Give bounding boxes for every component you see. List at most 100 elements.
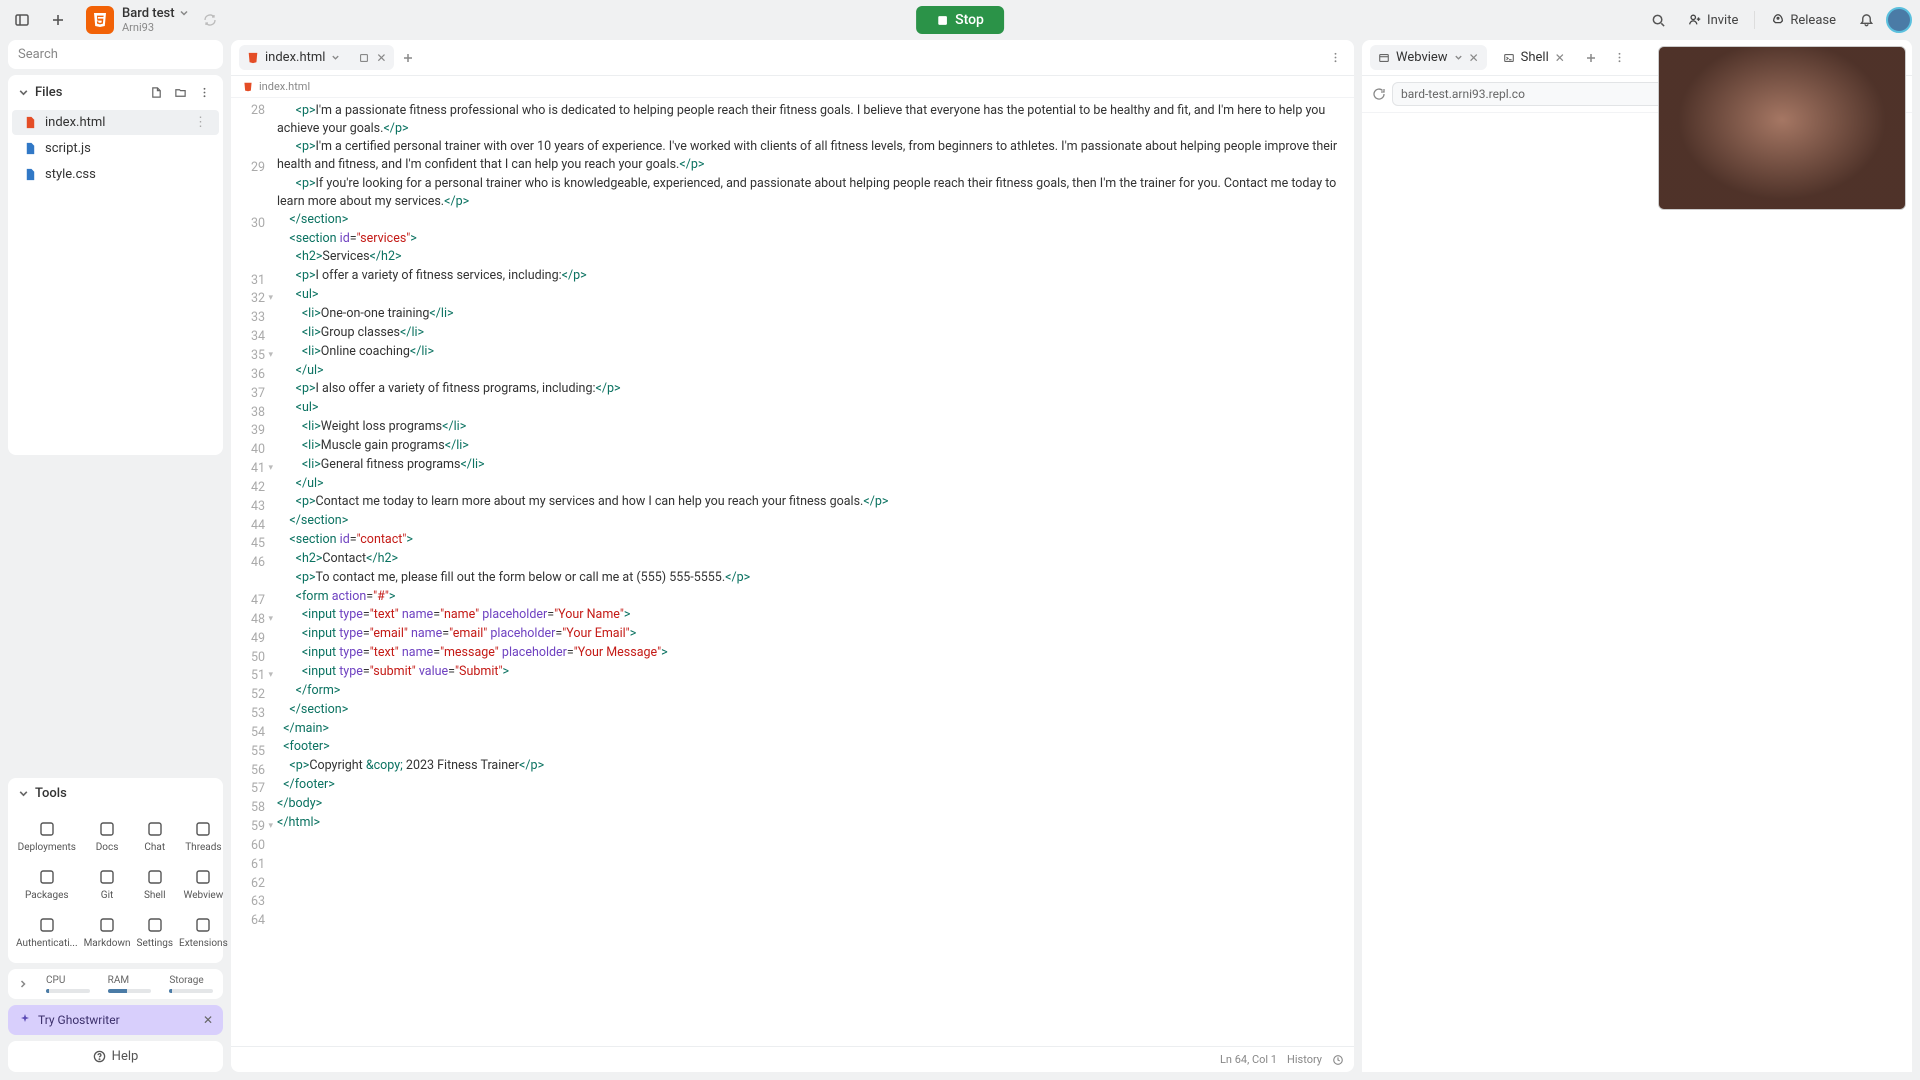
chevron-down-icon xyxy=(1454,53,1463,62)
tool-icon xyxy=(97,867,117,887)
webcam-overlay[interactable] xyxy=(1658,46,1906,210)
html-file-icon xyxy=(24,116,37,129)
search-icon[interactable] xyxy=(1644,6,1672,34)
tool-icon xyxy=(145,915,165,935)
files-label: Files xyxy=(35,85,62,100)
window-icon xyxy=(1378,52,1390,64)
invite-button[interactable]: Invite xyxy=(1678,8,1748,33)
tool-icon xyxy=(193,915,213,935)
user-avatar[interactable] xyxy=(1886,7,1912,33)
tools-label: Tools xyxy=(35,786,67,801)
release-button[interactable]: Release xyxy=(1761,8,1846,33)
close-tab-icon[interactable]: ✕ xyxy=(1555,51,1565,65)
chevron-right-icon xyxy=(18,979,28,989)
tool-webview[interactable]: Webview xyxy=(177,861,230,907)
chevron-down-icon[interactable] xyxy=(18,788,29,799)
ghostwriter-banner[interactable]: Try Ghostwriter ✕ xyxy=(8,1005,223,1035)
project-info[interactable]: Bard test Arni93 xyxy=(86,6,217,35)
refresh-icon[interactable] xyxy=(1372,87,1386,101)
chevron-down-icon[interactable] xyxy=(18,87,29,98)
sparkle-icon xyxy=(18,1013,32,1027)
run-stop-button[interactable]: Stop xyxy=(916,6,1004,34)
file-name: script.js xyxy=(45,141,91,156)
html-file-icon xyxy=(247,52,259,64)
tool-packages[interactable]: Packages xyxy=(14,861,80,907)
close-tab-icon[interactable]: ✕ xyxy=(1469,51,1479,65)
tool-authenticati-[interactable]: Authenticati... xyxy=(14,909,80,955)
tool-label: Webview xyxy=(179,890,228,901)
shell-tab[interactable]: Shell ✕ xyxy=(1495,45,1573,70)
tool-icon xyxy=(37,915,57,935)
css-file-icon xyxy=(24,168,37,181)
tool-label: Git xyxy=(84,890,131,901)
tool-chat[interactable]: Chat xyxy=(135,813,176,859)
tool-icon xyxy=(145,867,165,887)
storage-label: Storage xyxy=(169,975,213,986)
new-file-icon[interactable] xyxy=(147,83,165,101)
history-button[interactable]: History xyxy=(1287,1053,1322,1066)
add-tab-button[interactable] xyxy=(1581,48,1601,68)
more-icon[interactable] xyxy=(195,83,213,101)
tool-icon xyxy=(97,819,117,839)
close-tab-icon[interactable]: ✕ xyxy=(376,51,386,65)
terminal-icon xyxy=(1503,52,1515,64)
tool-extensions[interactable]: Extensions xyxy=(177,909,230,955)
help-button[interactable]: Help xyxy=(8,1041,223,1072)
html5-icon xyxy=(86,6,114,34)
tool-markdown[interactable]: Markdown xyxy=(82,909,133,955)
link-icon[interactable] xyxy=(358,52,370,64)
project-owner: Arni93 xyxy=(122,21,189,34)
tool-deployments[interactable]: Deployments xyxy=(14,813,80,859)
webview-panel: Webview ✕ Shell ✕ xyxy=(1362,40,1912,1072)
tool-threads[interactable]: Threads xyxy=(177,813,230,859)
tool-label: Authenticati... xyxy=(16,938,78,949)
editor-panel: index.html ✕ index.html 2829 xyxy=(231,40,1354,1072)
tool-label: Markdown xyxy=(84,938,131,949)
resources-panel[interactable]: CPU RAM Storage xyxy=(8,969,223,999)
webview-more-icon[interactable] xyxy=(1609,47,1631,69)
file-item[interactable]: index.html⋮ xyxy=(12,110,219,135)
tool-settings[interactable]: Settings xyxy=(135,909,176,955)
sync-icon xyxy=(203,13,217,27)
notifications-icon[interactable] xyxy=(1852,6,1880,34)
tool-shell[interactable]: Shell xyxy=(135,861,176,907)
code-editor[interactable]: 2829303132▾333435▾363738394041▾424344454… xyxy=(231,98,1354,1046)
add-tab-button[interactable] xyxy=(398,48,418,68)
tool-git[interactable]: Git xyxy=(82,861,133,907)
chevron-down-icon[interactable] xyxy=(331,53,340,62)
stop-icon xyxy=(936,14,949,27)
tool-label: Settings xyxy=(137,938,174,949)
breadcrumb[interactable]: index.html xyxy=(259,80,310,93)
webview-tab[interactable]: Webview ✕ xyxy=(1370,45,1487,70)
tool-label: Threads xyxy=(179,842,228,853)
tool-icon xyxy=(193,819,213,839)
tool-icon xyxy=(97,915,117,935)
more-icon[interactable]: ⋮ xyxy=(194,115,207,130)
rocket-icon xyxy=(1771,13,1785,27)
tools-panel: Tools DeploymentsDocsChatThreadsPackages… xyxy=(8,778,223,963)
file-name: style.css xyxy=(45,167,96,182)
sidebar: Search Files index.html⋮ script.js style.c… xyxy=(8,40,223,1072)
tool-label: Deployments xyxy=(16,842,78,853)
plus-icon[interactable] xyxy=(44,6,72,34)
file-item[interactable]: style.css xyxy=(12,162,219,187)
tool-label: Shell xyxy=(137,890,174,901)
tool-label: Extensions xyxy=(179,938,228,949)
webview-content[interactable] xyxy=(1362,113,1912,1072)
tool-label: Docs xyxy=(84,842,131,853)
files-panel: Files index.html⋮ script.js style.css xyxy=(8,75,223,455)
tool-icon xyxy=(37,819,57,839)
new-folder-icon[interactable] xyxy=(171,83,189,101)
search-input[interactable]: Search xyxy=(8,40,223,69)
close-icon[interactable]: ✕ xyxy=(203,1013,213,1027)
tool-icon xyxy=(37,867,57,887)
user-plus-icon xyxy=(1688,13,1702,27)
editor-more-icon[interactable] xyxy=(1324,47,1346,69)
js-file-icon xyxy=(24,142,37,155)
file-item[interactable]: script.js xyxy=(12,136,219,161)
tool-docs[interactable]: Docs xyxy=(82,813,133,859)
sidebar-toggle-icon[interactable] xyxy=(8,6,36,34)
chevron-down-icon xyxy=(179,8,189,18)
editor-tab[interactable]: index.html ✕ xyxy=(239,45,394,70)
clock-icon[interactable] xyxy=(1332,1054,1344,1066)
